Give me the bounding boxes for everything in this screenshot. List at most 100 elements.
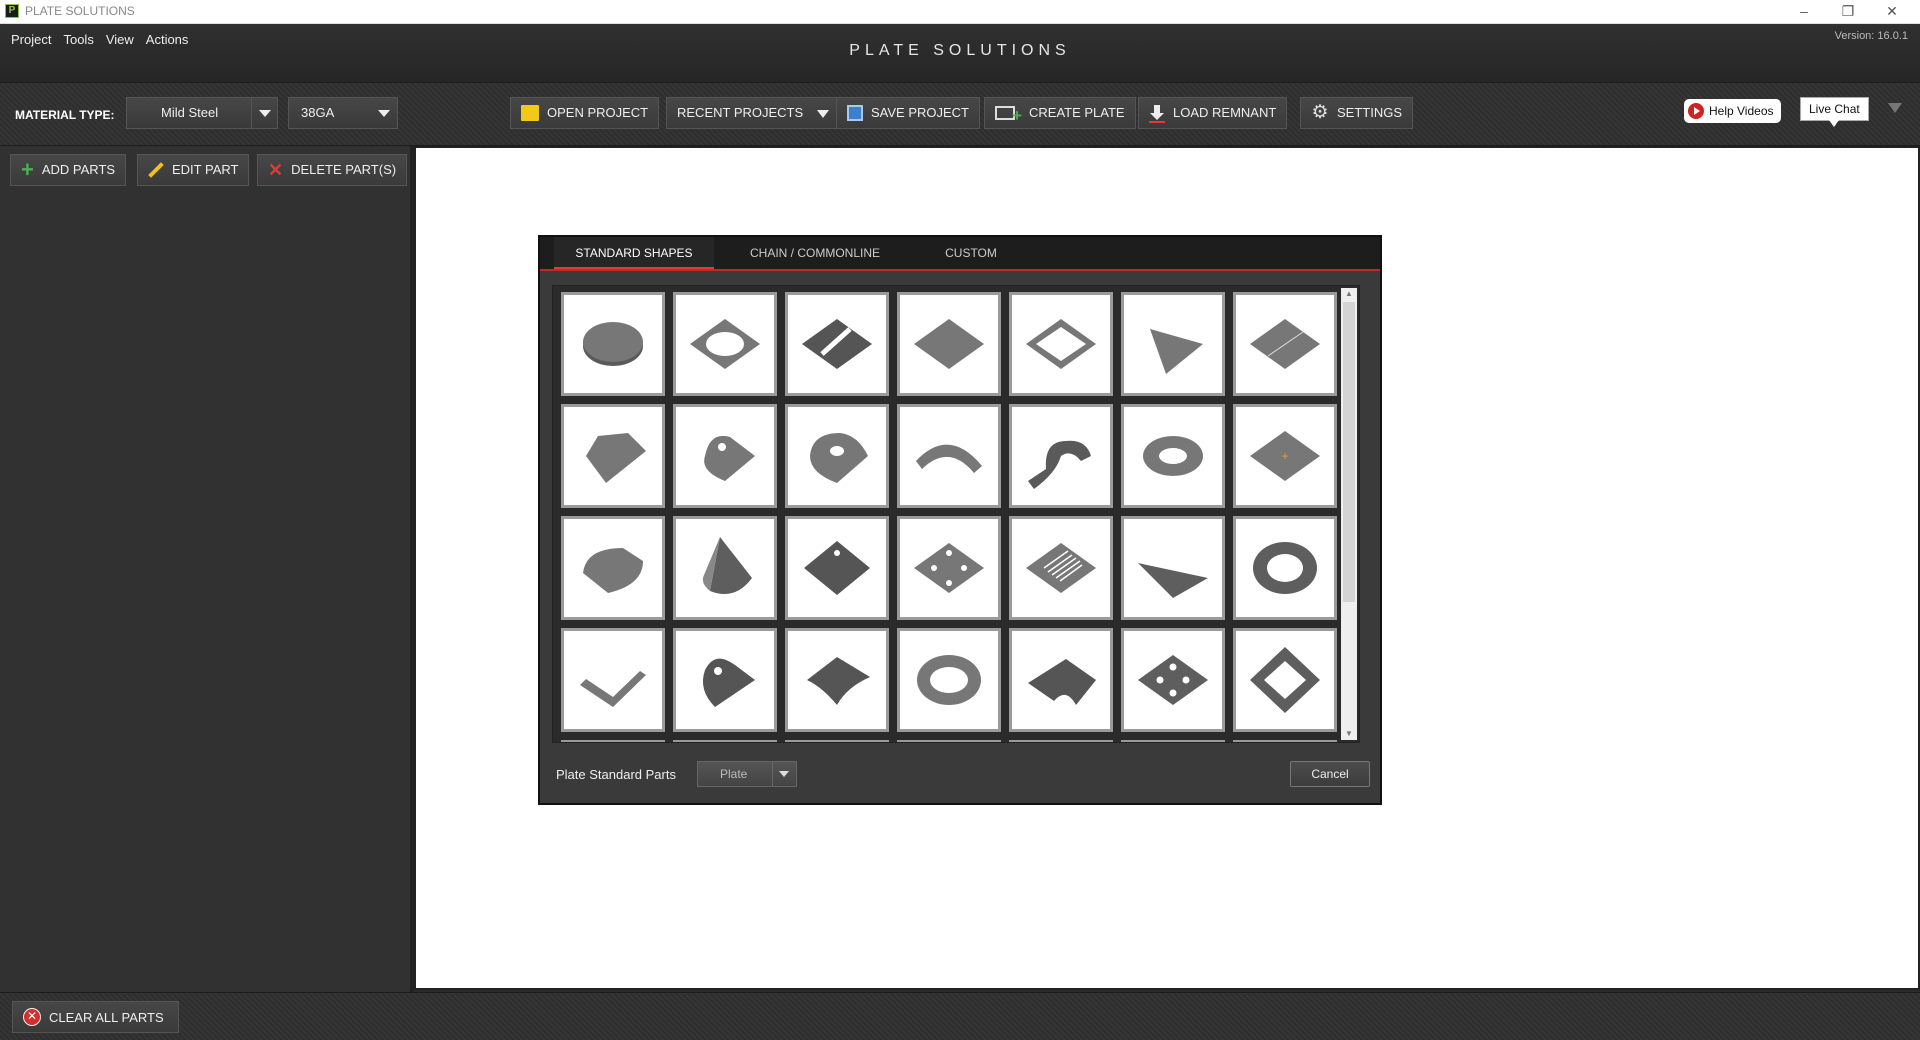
shape-tile-four-hole-square[interactable] [1121, 628, 1225, 732]
save-project-button[interactable]: SAVE PROJECT [836, 97, 981, 129]
shape-tile-round-ring[interactable] [1121, 404, 1225, 508]
shape-tile-half-round-plate[interactable] [561, 516, 665, 620]
shape-tile-four-hole-plate[interactable] [897, 516, 1001, 620]
tab-standard-shapes[interactable]: STANDARD SHAPES [554, 237, 714, 269]
cone-icon [702, 537, 752, 595]
load-remnant-label: LOAD REMNANT [1173, 105, 1277, 120]
scroll-down-icon[interactable]: ▼ [1341, 728, 1357, 740]
hole-diamond-plate-icon [804, 541, 870, 595]
grating-icon [1026, 543, 1096, 593]
restore-button[interactable]: ❐ [1826, 0, 1870, 24]
shape-tile-partial[interactable] [1121, 740, 1225, 742]
shape-tile-marked-plate[interactable]: + [1233, 404, 1337, 508]
round-ring-icon [1143, 436, 1203, 476]
filter-icon[interactable] [1888, 103, 1902, 113]
delete-x-icon: ✕ [268, 160, 284, 180]
shape-tile-perforated-frame[interactable] [1233, 628, 1337, 732]
shape-tile-bolt-flange[interactable] [1233, 516, 1337, 620]
shape-tile-flat-triangle[interactable] [1121, 516, 1225, 620]
add-parts-button[interactable]: + ADD PARTS [10, 154, 127, 186]
chevron-down-icon [772, 762, 796, 786]
recent-projects-button[interactable]: RECENT PROJECTS [666, 97, 841, 129]
shape-tile-square-frame[interactable] [1009, 292, 1113, 396]
minimize-button[interactable]: – [1782, 0, 1826, 24]
app-header: Project Tools View Actions PLATE SOLUTIO… [0, 24, 1920, 82]
gauge-dropdown[interactable]: 38GA [288, 97, 398, 129]
tab-chain-commonline[interactable]: CHAIN / COMMONLINE [730, 237, 900, 269]
open-project-label: OPEN PROJECT [547, 105, 649, 120]
shape-tile-partial[interactable] [1009, 740, 1113, 742]
help-videos-button[interactable]: Help Videos [1684, 99, 1781, 123]
flat-triangle-icon [1138, 563, 1208, 598]
settings-button[interactable]: ⚙ SETTINGS [1300, 97, 1414, 129]
round-disc-icon [583, 322, 643, 366]
shape-tile-lug-plate[interactable] [673, 404, 777, 508]
clear-all-parts-button[interactable]: ✕ CLEAR ALL PARTS [12, 1001, 179, 1033]
shape-tile-pad-eye[interactable] [673, 628, 777, 732]
title-bar: P PLATE SOLUTIONS – ❐ ✕ [0, 0, 1920, 24]
lug-plate-icon [704, 435, 755, 481]
shape-tile-chamfered-plate[interactable] [561, 404, 665, 508]
shape-tile-notched-plate[interactable] [1009, 628, 1113, 732]
scroll-thumb[interactable] [1343, 302, 1355, 602]
shape-tile-partial[interactable] [785, 740, 889, 742]
chevron-down-icon [251, 98, 277, 128]
shape-tile-square-ring[interactable] [673, 292, 777, 396]
bolt-flange-icon [1253, 542, 1317, 594]
parts-panel: + ADD PARTS EDIT PART ✕ DELETE PART(S) [0, 146, 410, 992]
eye-plate-icon [810, 433, 868, 483]
help-videos-label: Help Videos [1709, 104, 1774, 118]
shapes-scrollbar[interactable]: ▲ ▼ [1341, 288, 1357, 740]
shape-tile-square-plate[interactable] [897, 292, 1001, 396]
triangle-icon [1150, 329, 1203, 374]
shape-tile-partial[interactable] [673, 740, 777, 742]
shape-tile-cone[interactable] [673, 516, 777, 620]
standard-parts-dialog: STANDARD SHAPES CHAIN / COMMONLINE CUSTO… [538, 235, 1382, 805]
create-plate-icon [995, 101, 1022, 131]
download-icon [1149, 105, 1165, 123]
pencil-icon [148, 162, 164, 178]
shape-tile-striped-plate[interactable] [785, 292, 889, 396]
shape-tile-triangle[interactable] [1121, 292, 1225, 396]
plus-icon: + [21, 157, 34, 182]
close-button[interactable]: ✕ [1870, 0, 1914, 24]
part-type-dropdown[interactable]: Plate [697, 761, 797, 787]
shape-tile-curved-plate[interactable] [785, 628, 889, 732]
edit-part-button[interactable]: EDIT PART [137, 154, 250, 186]
tab-custom[interactable]: CUSTOM [916, 237, 1026, 269]
cancel-button[interactable]: Cancel [1290, 761, 1370, 787]
clear-all-label: CLEAR ALL PARTS [49, 1009, 164, 1025]
shape-tile-round-disc[interactable] [561, 292, 665, 396]
shape-tile-hole-diamond-plate[interactable] [785, 516, 889, 620]
load-remnant-button[interactable]: LOAD REMNANT [1138, 97, 1288, 129]
four-hole-plate-icon [914, 543, 984, 593]
recent-projects-label: RECENT PROJECTS [677, 105, 804, 120]
square-frame-icon [1026, 319, 1096, 369]
chevron-down-icon [371, 98, 397, 128]
material-dropdown[interactable]: Mild Steel [126, 97, 278, 129]
open-project-button[interactable]: OPEN PROJECT [510, 97, 660, 129]
save-icon [847, 105, 863, 121]
shape-tile-partial[interactable] [897, 740, 1001, 742]
marked-plate-icon: + [1250, 431, 1320, 481]
live-chat-button[interactable]: Live Chat [1800, 97, 1869, 127]
bottom-bar: ✕ CLEAR ALL PARTS [0, 992, 1920, 1040]
shape-tile-partial[interactable] [1233, 740, 1337, 742]
shape-tile-hole-ring-flange[interactable] [897, 628, 1001, 732]
clear-icon: ✕ [23, 1008, 41, 1026]
main-toolbar: MATERIAL TYPE: Mild Steel 38GA OPEN PROJ… [0, 82, 1920, 146]
shape-tile-arc-strip[interactable] [897, 404, 1001, 508]
shape-tile-angle-strip[interactable] [561, 628, 665, 732]
delete-parts-button[interactable]: ✕ DELETE PART(S) [257, 154, 408, 186]
create-plate-button[interactable]: CREATE PLATE [984, 97, 1136, 131]
shape-tile-split-plate[interactable] [1233, 292, 1337, 396]
settings-label: SETTINGS [1337, 105, 1403, 120]
shape-tile-grating[interactable] [1009, 516, 1113, 620]
scroll-up-icon[interactable]: ▲ [1341, 288, 1357, 300]
version-label: Version: 16.0.1 [1834, 30, 1908, 42]
shape-tile-bent-bracket[interactable] [1009, 404, 1113, 508]
shape-tile-partial[interactable] [561, 740, 665, 742]
curved-plate-icon [807, 657, 870, 705]
delete-parts-label: DELETE PART(S) [291, 162, 397, 177]
shape-tile-eye-plate[interactable] [785, 404, 889, 508]
